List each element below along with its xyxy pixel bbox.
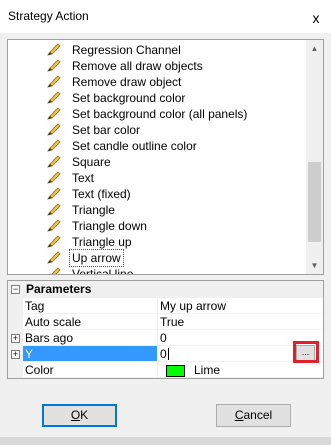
pencil-icon [46, 155, 62, 169]
pencil-icon [46, 43, 62, 57]
pencil-icon [46, 235, 62, 249]
close-button[interactable]: x [307, 9, 325, 27]
action-label: Set background color [72, 91, 186, 105]
color-swatch [166, 365, 185, 377]
pencil-icon [46, 91, 62, 105]
window-title: Strategy Action [8, 9, 89, 23]
pencil-icon [46, 187, 62, 201]
color-value[interactable]: Lime [158, 362, 323, 378]
param-name: Color [23, 362, 158, 378]
pencil-icon [46, 59, 62, 73]
pencil-icon [46, 171, 62, 185]
pencil-icon [46, 139, 62, 153]
param-value[interactable]: My up arrow [158, 298, 323, 314]
expand-icon[interactable]: + [11, 334, 20, 343]
pencil-icon [46, 123, 62, 137]
action-label: Text (fixed) [72, 187, 131, 201]
action-label: Set candle outline color [72, 139, 197, 153]
pencil-icon [46, 267, 62, 274]
highlight-annotation [293, 341, 319, 363]
action-label: Text [72, 171, 95, 185]
background-strip [0, 437, 331, 445]
param-row-y[interactable]: + Y 0 [8, 346, 323, 362]
parameters-grid: − Parameters Tag My up arrow Auto scale … [7, 280, 324, 379]
action-label: Triangle [72, 203, 115, 217]
pencil-icon [46, 107, 62, 121]
action-label: Triangle up [72, 235, 132, 249]
collapse-icon[interactable]: − [11, 285, 20, 294]
param-name: Auto scale [23, 314, 158, 330]
expand-icon[interactable]: + [11, 350, 20, 359]
list-scrollbar[interactable]: ▲ ▼ [306, 40, 323, 274]
action-label: Square [72, 155, 111, 169]
param-name: Bars ago [23, 330, 158, 346]
ok-button[interactable]: OK [42, 404, 117, 427]
param-row-color[interactable]: Color Lime [8, 362, 323, 378]
scroll-up-icon[interactable]: ▲ [306, 40, 323, 57]
action-label: Remove all draw objects [72, 59, 203, 73]
param-row-auto-scale[interactable]: Auto scale True [8, 314, 323, 330]
scroll-thumb[interactable] [308, 162, 321, 242]
pencil-icon [46, 203, 62, 217]
param-name: Y [23, 346, 158, 362]
action-label: Regression Channel [72, 43, 181, 57]
action-label: Set bar color [72, 123, 141, 137]
action-label: Remove draw object [72, 75, 182, 89]
pencil-icon [46, 75, 62, 89]
pencil-icon [46, 219, 62, 233]
param-row-tag[interactable]: Tag My up arrow [8, 298, 323, 314]
cancel-button[interactable]: Cancel [216, 404, 291, 427]
parameters-category[interactable]: − Parameters [8, 281, 323, 298]
category-label: Parameters [26, 282, 92, 296]
strategy-action-dialog: Strategy Action x Regression Channel Remo… [0, 0, 331, 445]
action-label: Vertical line [72, 267, 134, 275]
action-label: Set background color (all panels) [72, 107, 248, 121]
param-value[interactable]: True [158, 314, 323, 330]
text-caret [167, 348, 169, 360]
color-name: Lime [194, 363, 221, 377]
pencil-icon [46, 251, 62, 265]
action-label: Triangle down [72, 219, 147, 233]
action-list[interactable]: Regression Channel Remove all draw object… [7, 39, 324, 275]
title-bar: Strategy Action x [0, 0, 331, 33]
scroll-down-icon[interactable]: ▼ [306, 257, 323, 274]
param-row-bars-ago[interactable]: + Bars ago 0 [8, 330, 323, 346]
action-label: Up arrow [69, 249, 124, 267]
param-name: Tag [23, 298, 158, 314]
